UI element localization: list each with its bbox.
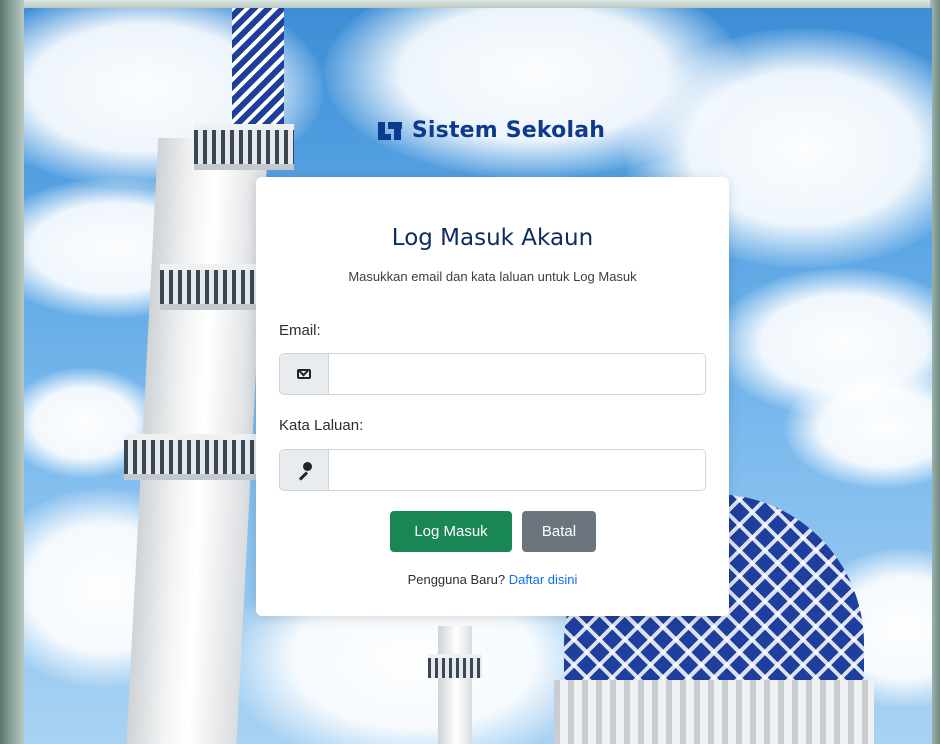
envelope-icon <box>297 369 311 379</box>
frame-left-edge <box>0 0 24 744</box>
cancel-button[interactable]: Batal <box>522 511 596 552</box>
brand-name: Sistem Sekolah <box>411 118 606 143</box>
brand-header: Sistem Sekolah <box>0 118 940 143</box>
login-card: Log Masuk Akaun Masukkan email dan kata … <box>256 177 729 616</box>
small-minaret-balcony <box>428 654 482 678</box>
login-subtitle: Masukkan email dan kata laluan untuk Log… <box>348 269 637 284</box>
email-label: Email: <box>279 322 321 339</box>
mosque-dome-base <box>554 680 874 744</box>
minaret-balcony <box>124 434 256 480</box>
login-title: Log Masuk Akaun <box>391 225 594 251</box>
key-icon <box>296 462 312 481</box>
password-input-group <box>279 449 706 491</box>
email-addon <box>280 354 329 394</box>
register-prompt: Pengguna Baru? <box>407 572 506 587</box>
email-input[interactable] <box>329 354 705 394</box>
password-label: Kata Laluan: <box>279 417 364 434</box>
frame-top-edge <box>0 0 940 8</box>
password-input[interactable] <box>329 450 705 490</box>
window-frame: Sistem Sekolah Log Masuk Akaun Masukkan … <box>0 0 940 744</box>
brand-logo-icon <box>377 120 402 142</box>
login-button[interactable]: Log Masuk <box>390 511 512 552</box>
register-link[interactable]: Daftar disini <box>509 572 578 587</box>
register-row: Pengguna Baru? Daftar disini <box>256 572 729 587</box>
password-addon <box>280 450 329 490</box>
email-input-group <box>279 353 706 395</box>
small-minaret <box>438 626 472 744</box>
